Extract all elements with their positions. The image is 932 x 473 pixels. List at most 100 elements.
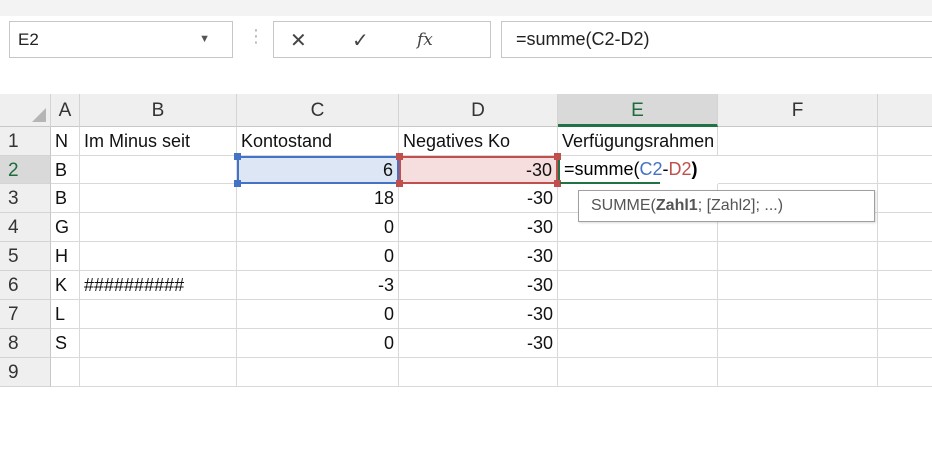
cell-d9[interactable] [399, 358, 558, 387]
cell-a3[interactable]: B [51, 184, 80, 213]
tooltip-fn: SUMME( [591, 197, 656, 214]
ribbon-bottom-band [0, 0, 932, 16]
cell-a4[interactable]: G [51, 213, 80, 242]
cell-b4[interactable] [80, 213, 237, 242]
cell-e1[interactable]: Verfügungsrahmen [558, 127, 718, 156]
cell-a7[interactable]: L [51, 300, 80, 329]
cell-b7[interactable] [80, 300, 237, 329]
column-header-d[interactable]: D [399, 94, 558, 127]
column-header-a[interactable]: A [51, 94, 80, 127]
cell-e6[interactable] [558, 271, 718, 300]
cell-d6[interactable]: -30 [399, 271, 558, 300]
cell-d3[interactable]: -30 [399, 184, 558, 213]
cell-d7[interactable]: -30 [399, 300, 558, 329]
column-header-c[interactable]: C [237, 94, 399, 127]
row-header-1[interactable]: 1 [0, 127, 51, 156]
cell-f7[interactable] [718, 300, 878, 329]
formula-ref-c2: C2 [639, 159, 663, 179]
cell-g6[interactable] [878, 271, 932, 300]
cell-f6[interactable] [718, 271, 878, 300]
cell-c3[interactable]: 18 [237, 184, 399, 213]
cell-c6[interactable]: -3 [237, 271, 399, 300]
cell-b5[interactable] [80, 242, 237, 271]
cell-g2[interactable] [878, 156, 932, 184]
tooltip-arg1: Zahl1 [655, 197, 698, 214]
cell-f8[interactable] [718, 329, 878, 358]
cell-a5[interactable]: H [51, 242, 80, 271]
formula-buttons: ✕ ✓ fx [273, 21, 491, 58]
c2-resize-handle-tl[interactable] [234, 153, 241, 160]
cell-e2-editor[interactable]: =summe(C2-D2) [558, 156, 718, 184]
d2-resize-handle-bl[interactable] [396, 180, 403, 187]
cell-c4[interactable]: 0 [237, 213, 399, 242]
cell-b8[interactable] [80, 329, 237, 358]
cell-a2[interactable]: B [51, 156, 80, 184]
cell-f2[interactable] [718, 156, 878, 184]
cell-g9[interactable] [878, 358, 932, 387]
cell-d1[interactable]: Negatives Ko [399, 127, 558, 156]
row-header-4[interactable]: 4 [0, 213, 51, 242]
cell-b3[interactable] [80, 184, 237, 213]
row-header-9[interactable]: 9 [0, 358, 51, 387]
function-tooltip[interactable]: SUMME(Zahl1; [Zahl2]; ...) [578, 190, 875, 222]
formula-input[interactable]: =summe(C2-D2) [501, 21, 932, 58]
select-all-triangle-icon [32, 108, 46, 122]
row-header-3[interactable]: 3 [0, 184, 51, 213]
cell-e5[interactable] [558, 242, 718, 271]
formula-text: =summe(C2-D2) [516, 29, 650, 49]
cell-c8[interactable]: 0 [237, 329, 399, 358]
cell-d2-reference[interactable]: -30 [399, 156, 558, 184]
cell-e7[interactable] [558, 300, 718, 329]
column-header-g[interactable] [878, 94, 932, 127]
row-header-7[interactable]: 7 [0, 300, 51, 329]
row-header-2[interactable]: 2 [0, 156, 51, 184]
cell-g3[interactable] [878, 184, 932, 213]
enter-icon[interactable]: ✓ [352, 28, 369, 53]
cell-g7[interactable] [878, 300, 932, 329]
column-header-f[interactable]: F [718, 94, 878, 127]
formula-ref-d2: D2 [668, 159, 692, 179]
cell-e9[interactable] [558, 358, 718, 387]
cell-e8[interactable] [558, 329, 718, 358]
column-header-b[interactable]: B [80, 94, 237, 127]
cell-d4[interactable]: -30 [399, 213, 558, 242]
cell-c5[interactable]: 0 [237, 242, 399, 271]
d2-resize-handle-tl[interactable] [396, 153, 403, 160]
d2-resize-handle-tr[interactable] [554, 153, 561, 160]
row-header-6[interactable]: 6 [0, 271, 51, 300]
insert-function-icon[interactable]: fx [417, 30, 433, 50]
cell-c2: 6 [382, 160, 393, 180]
cell-f9[interactable] [718, 358, 878, 387]
cell-a1[interactable]: N [51, 127, 80, 156]
cell-d5[interactable]: -30 [399, 242, 558, 271]
column-header-e[interactable]: E [558, 94, 718, 127]
formula-close-paren: ) [691, 159, 698, 179]
cell-b9[interactable] [80, 358, 237, 387]
cell-a8[interactable]: S [51, 329, 80, 358]
cell-d8[interactable]: -30 [399, 329, 558, 358]
name-box-dropdown-icon[interactable]: ▼ [199, 33, 210, 45]
cell-c9[interactable] [237, 358, 399, 387]
cancel-icon[interactable]: ✕ [290, 28, 307, 53]
cell-c7[interactable]: 0 [237, 300, 399, 329]
row-header-8[interactable]: 8 [0, 329, 51, 358]
cell-g1[interactable] [878, 127, 932, 156]
name-box[interactable]: E2 ▼ [9, 21, 233, 58]
cell-b2[interactable] [80, 156, 237, 184]
cell-b1[interactable]: Im Minus seit [80, 127, 237, 156]
cell-c2-reference[interactable]: 6 [237, 156, 399, 184]
cell-a6[interactable]: K [51, 271, 80, 300]
formula-bar-grip-icon[interactable]: ⋮ [247, 26, 265, 47]
cell-a9[interactable] [51, 358, 80, 387]
cell-g5[interactable] [878, 242, 932, 271]
cell-c1[interactable]: Kontostand [237, 127, 399, 156]
cell-f1[interactable] [718, 127, 878, 156]
cell-b6[interactable]: ########## [80, 271, 237, 300]
row-header-5[interactable]: 5 [0, 242, 51, 271]
formula-func: =summe( [564, 159, 640, 179]
c2-resize-handle-bl[interactable] [234, 180, 241, 187]
cell-g4[interactable] [878, 213, 932, 242]
select-all-corner[interactable] [0, 94, 51, 127]
cell-g8[interactable] [878, 329, 932, 358]
cell-f5[interactable] [718, 242, 878, 271]
